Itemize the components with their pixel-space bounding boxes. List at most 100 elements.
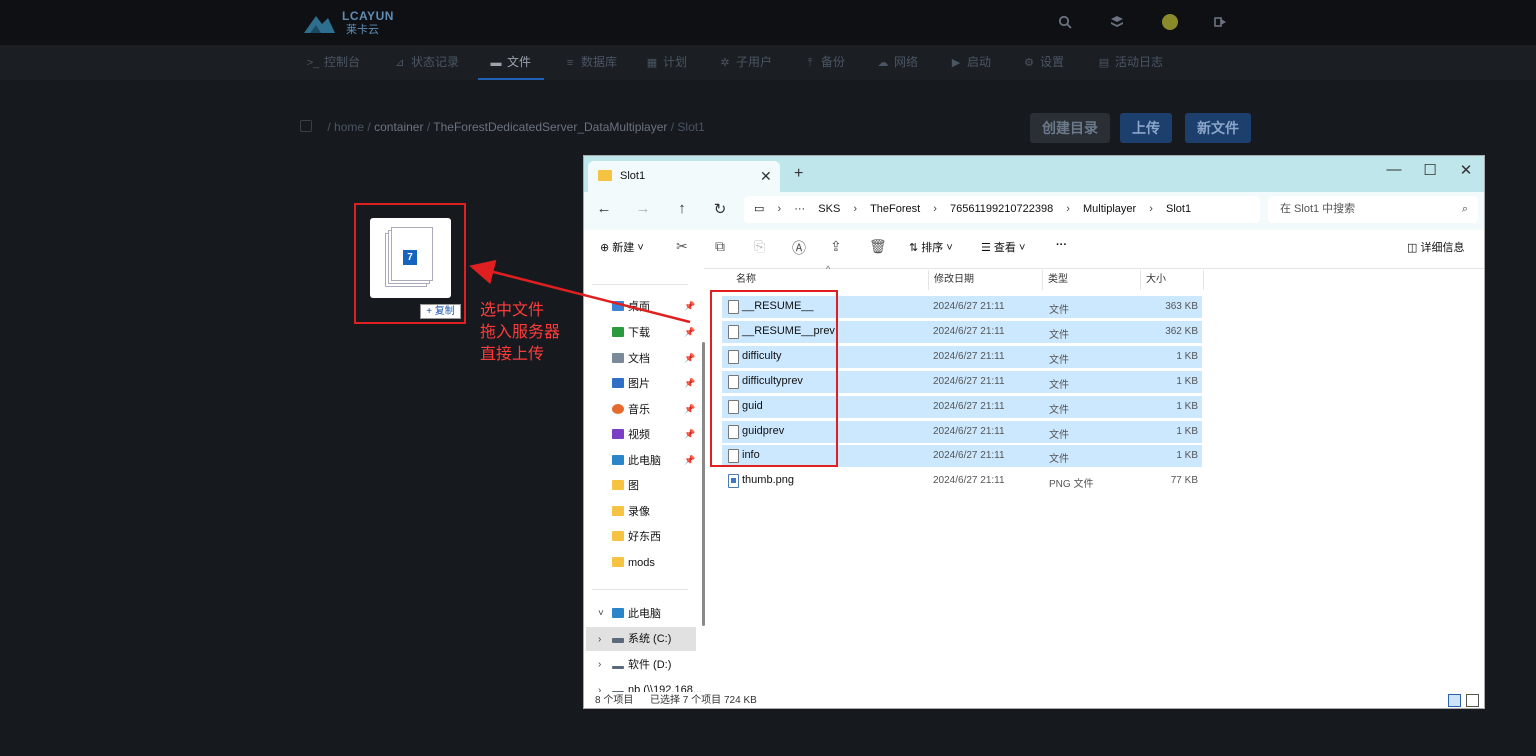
nav-backup[interactable]: ⤒ 备份 — [803, 45, 845, 80]
view-button[interactable]: ☰ 查看 ˅ — [981, 239, 1025, 255]
minimize-button[interactable]: — — [1376, 161, 1412, 178]
layers-icon[interactable] — [1109, 15, 1125, 31]
column-divider — [1203, 270, 1204, 290]
sidebar-item-desktop[interactable]: 桌面 — [612, 295, 650, 319]
address-bar[interactable]: ▭ › ··· SKS › TheForest › 76561199210722… — [744, 196, 1260, 223]
new-file-button[interactable]: 新文件 — [1185, 113, 1251, 143]
refresh-button[interactable]: ↻ — [710, 200, 730, 218]
details-view-icon[interactable] — [1448, 694, 1461, 707]
file-date: 2024/6/27 21:11 — [933, 426, 1005, 437]
explorer-tab[interactable]: Slot1 ✕ — [588, 161, 780, 192]
user-avatar[interactable] — [1162, 14, 1178, 30]
sidebar-item-music[interactable]: 音乐 — [612, 398, 650, 422]
more-path-icon[interactable]: ··· — [794, 196, 805, 223]
create-directory-button[interactable]: 创建目录 — [1030, 113, 1110, 143]
search-icon[interactable] — [1057, 15, 1073, 31]
tree-label: 系统 (C:) — [628, 633, 672, 645]
new-tab-button[interactable]: + — [794, 165, 803, 183]
share-icon[interactable]: ⇪ — [830, 238, 842, 255]
pin-icon: 📌 — [684, 455, 696, 465]
copy-icon[interactable]: ⧉ — [715, 238, 725, 255]
sidebar-item-folder-pics[interactable]: 图 — [612, 474, 639, 498]
close-tab-icon[interactable]: ✕ — [760, 168, 772, 185]
nav-schedule[interactable]: ▦ 计划 — [645, 45, 687, 80]
chevron-right-icon: › — [1066, 203, 1070, 215]
select-all-checkbox[interactable] — [300, 120, 312, 132]
music-icon — [612, 404, 624, 414]
sort-button[interactable]: ⇅ 排序 ˅ — [909, 239, 953, 255]
sidebar-item-videos[interactable]: 视频 — [612, 423, 650, 447]
file-type: 文件 — [1049, 330, 1069, 341]
breadcrumb: / home / container / TheForestDedicatedS… — [300, 120, 705, 134]
nav-subusers[interactable]: ✲ 子用户 — [718, 45, 772, 80]
chevron-right-icon[interactable]: › — [598, 634, 601, 645]
breadcrumb-container[interactable]: container — [374, 120, 423, 134]
chevron-down-icon[interactable]: ˅ — [598, 608, 604, 619]
sidebar-item-folder-mods[interactable]: mods — [612, 551, 655, 575]
item-count: 8 个项目 — [595, 695, 634, 706]
file-type: 文件 — [1049, 454, 1069, 465]
chevron-right-icon[interactable]: › — [598, 659, 601, 670]
nav-files[interactable]: ▬ 文件 — [489, 45, 532, 80]
column-header-date[interactable]: 修改日期 — [934, 268, 974, 292]
sidebar-scrollbar[interactable] — [702, 342, 705, 626]
rename-icon[interactable]: Ⓐ — [792, 238, 806, 258]
delete-icon[interactable]: 🗑 — [869, 238, 887, 255]
cut-icon[interactable]: ✂ — [676, 238, 688, 255]
sidebar-item-downloads[interactable]: 下载 — [612, 321, 650, 345]
new-button[interactable]: ⊕ 新建 ˅ — [600, 239, 644, 255]
sidebar-item-documents[interactable]: 文档 — [612, 347, 650, 371]
file-size: 1 KB — [1176, 376, 1198, 387]
tree-item-drive-c[interactable]: 系统 (C:) — [612, 627, 671, 651]
column-header-type[interactable]: 类型 — [1048, 268, 1068, 292]
address-segment[interactable]: Slot1 — [1166, 196, 1191, 223]
sidebar-item-this-pc[interactable]: 此电脑 — [612, 449, 661, 473]
database-icon: ≡ — [566, 57, 574, 69]
forward-button[interactable]: → — [633, 200, 653, 217]
column-header-name[interactable]: 名称 — [736, 268, 756, 292]
address-bar-row: ← → ↑ ↻ ▭ › ··· SKS › TheForest › 765611… — [584, 192, 1484, 230]
nav-database[interactable]: ≡ 数据库 — [563, 45, 617, 80]
back-button[interactable]: ← — [594, 200, 614, 217]
sidebar-item-folder-goodies[interactable]: 好东西 — [612, 525, 661, 549]
more-options-button[interactable]: ··· — [1056, 239, 1067, 251]
close-window-button[interactable]: ✕ — [1448, 161, 1484, 179]
details-pane-button[interactable]: ◫ 详细信息 — [1407, 239, 1464, 255]
address-segment[interactable]: Multiplayer — [1083, 196, 1136, 223]
logout-icon[interactable] — [1213, 15, 1229, 31]
selection-highlight-box — [710, 290, 838, 467]
nav-settings[interactable]: ⚙ 设置 — [1022, 45, 1064, 80]
tree-item-network-drive[interactable]: nb (\\192.168... — [612, 678, 702, 692]
address-segment[interactable]: TheForest — [870, 196, 920, 223]
nav-status-log[interactable]: ⊿ 状态记录 — [393, 45, 459, 80]
address-segment[interactable]: SKS — [818, 196, 840, 223]
tree-item-drive-d[interactable]: 软件 (D:) — [612, 653, 671, 677]
tree-item-this-pc[interactable]: 此电脑 — [612, 602, 661, 626]
drive-icon — [612, 638, 624, 643]
logo[interactable]: LCAYUN 莱卡云 — [302, 9, 406, 36]
nav-startup[interactable]: ▶ 启动 — [949, 45, 991, 80]
folder-icon — [612, 480, 624, 490]
nav-activity-log[interactable]: ▤ 活动日志 — [1097, 45, 1163, 80]
upload-button[interactable]: 上传 — [1120, 113, 1172, 143]
sidebar-label: 图片 — [628, 378, 650, 390]
breadcrumb-home[interactable]: home — [334, 120, 364, 134]
address-segment[interactable]: 76561199210722398 — [950, 196, 1053, 223]
search-input[interactable]: 在 Slot1 中搜索 ⌕ — [1268, 196, 1478, 223]
tiles-view-icon[interactable] — [1466, 694, 1479, 707]
sidebar-item-pictures[interactable]: 图片 — [612, 372, 650, 396]
sidebar-item-folder-recordings[interactable]: 录像 — [612, 500, 650, 524]
up-button[interactable]: ↑ — [672, 200, 692, 217]
nav-active-indicator — [478, 78, 544, 80]
column-header-size[interactable]: 大小 — [1146, 268, 1166, 292]
maximize-button[interactable]: ☐ — [1412, 161, 1448, 179]
paste-icon[interactable]: ⎘ — [754, 238, 765, 255]
breadcrumb-server[interactable]: TheForestDedicatedServer_DataMultiplayer — [433, 120, 667, 134]
nav-network[interactable]: ☁ 网络 — [876, 45, 919, 80]
file-row[interactable]: thumb.png 2024/6/27 21:11 PNG 文件 77 KB — [722, 470, 1202, 492]
file-type: PNG 文件 — [1049, 479, 1094, 490]
chevron-right-icon[interactable]: › — [598, 685, 601, 692]
nav-console[interactable]: >_ 控制台 — [306, 45, 360, 80]
nav-label: 子用户 — [736, 55, 773, 69]
file-size: 1 KB — [1176, 426, 1198, 437]
